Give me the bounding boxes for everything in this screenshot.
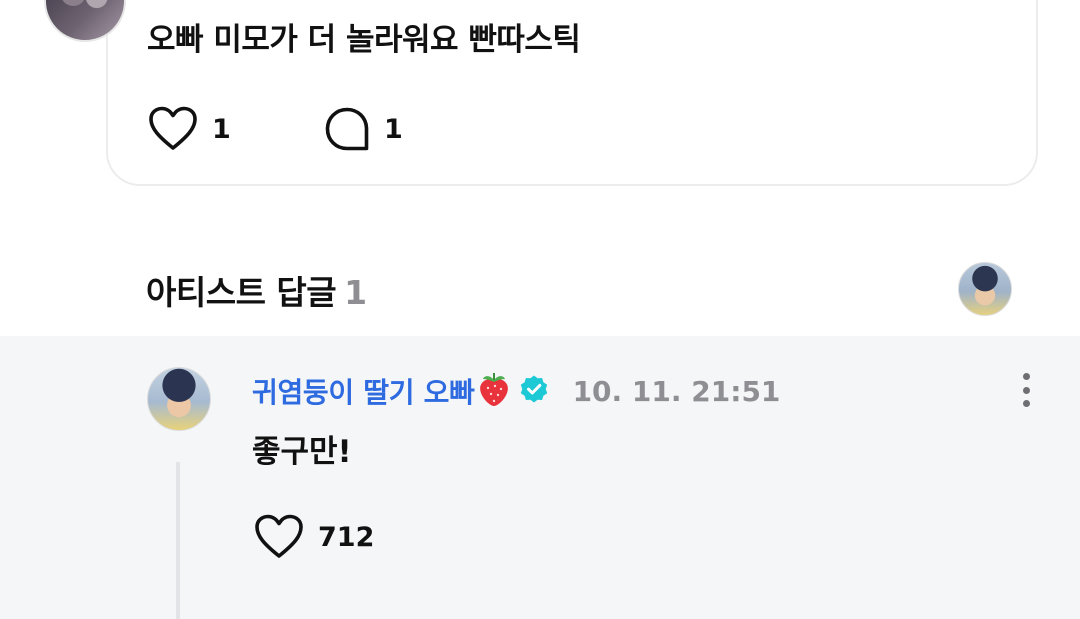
strawberry-icon xyxy=(477,371,511,411)
reply-header: 귀염둥이 딸기 오빠 10. 11. 21:51 xyxy=(252,371,780,411)
reply-like-button[interactable]: 712 xyxy=(254,514,374,560)
artist-replies-count: 1 xyxy=(344,273,367,312)
comment-bubble-icon xyxy=(325,107,369,151)
artist-avatar[interactable] xyxy=(958,262,1012,316)
post-like-count: 1 xyxy=(212,113,231,145)
reply-like-count: 712 xyxy=(318,521,375,553)
reply-timestamp: 10. 11. 21:51 xyxy=(572,374,781,408)
artist-replies-title: 아티스트 답글 xyxy=(146,273,337,312)
verified-badge-icon xyxy=(519,374,549,408)
heart-icon xyxy=(149,106,197,150)
post-like-button[interactable]: 1 xyxy=(148,106,231,152)
reply-text: 좋구만! xyxy=(252,434,352,470)
comment-thread: 오빠 미모가 더 놀라워요 빤따스틱 1 1 아티스트 답글 1 귀염둥이 딸기 … xyxy=(0,0,1080,619)
more-dot xyxy=(1022,386,1030,394)
thread-line xyxy=(176,462,180,619)
more-dot xyxy=(1022,373,1030,380)
reply-author-name[interactable]: 귀염둥이 딸기 오빠 xyxy=(252,371,475,411)
post-comment-count: 1 xyxy=(384,113,403,145)
post-text: 오빠 미모가 더 놀라워요 빤따스틱 xyxy=(147,22,581,58)
more-dot xyxy=(1022,400,1030,407)
reply-author-avatar[interactable] xyxy=(147,367,211,431)
more-options-icon[interactable] xyxy=(1012,372,1040,408)
post-comment-button[interactable]: 1 xyxy=(324,106,403,152)
artist-replies-heading: 아티스트 답글 1 xyxy=(146,266,367,314)
heart-icon xyxy=(255,514,303,558)
